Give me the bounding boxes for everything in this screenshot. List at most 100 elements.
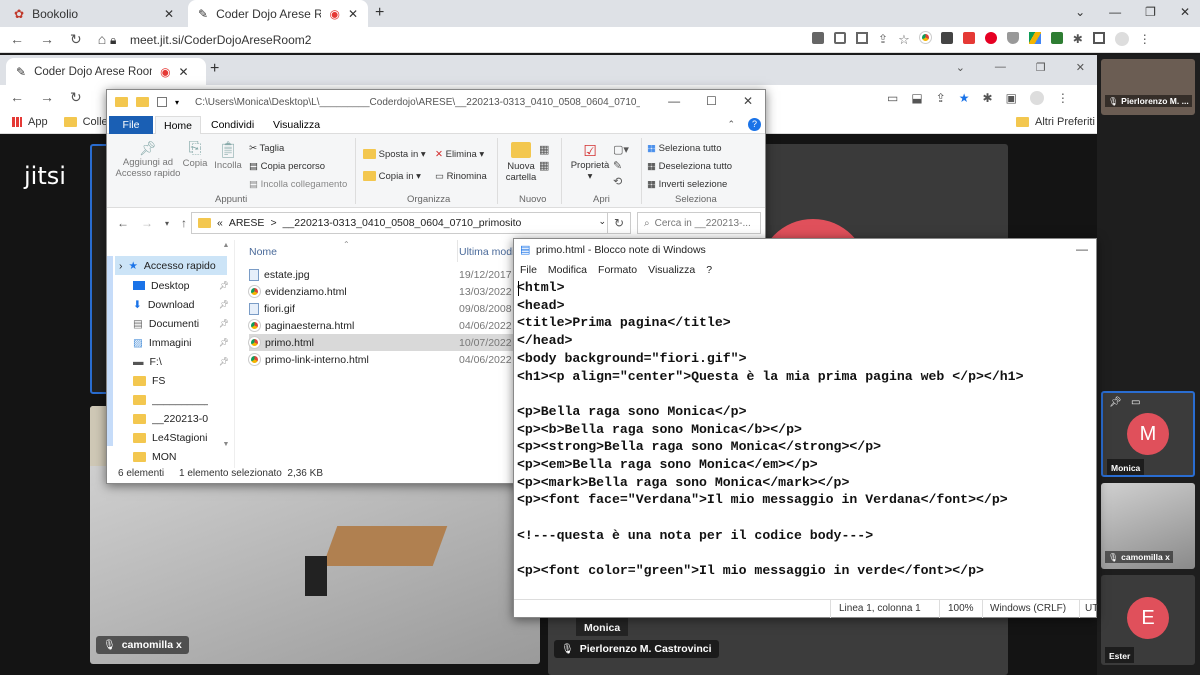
install-icon[interactable]: ⬓ <box>911 91 922 105</box>
sidebar-item[interactable]: MON <box>133 447 229 466</box>
ext-pinterest-icon[interactable] <box>984 32 997 44</box>
new-tab-button[interactable]: + <box>375 4 384 22</box>
breadcrumb-overflow[interactable]: « <box>217 217 223 229</box>
pin-quick-access-button[interactable]: 📌︎ Aggiungi ad Accesso rapido <box>113 140 183 179</box>
menu-icon[interactable]: ⋮ <box>1057 91 1069 105</box>
ext-chrome-icon[interactable] <box>918 31 932 44</box>
quick-folder-icon[interactable] <box>136 97 149 107</box>
back-icon[interactable]: ← <box>10 31 24 48</box>
menu-condividi[interactable]: Condividi <box>211 119 254 131</box>
minimize-button[interactable]: — <box>1109 5 1121 19</box>
forward-icon[interactable]: → <box>40 89 54 106</box>
thumb-ester[interactable]: E Ester <box>1101 575 1195 665</box>
sidebar-item[interactable]: ⬇ Download 📌︎ <box>133 295 229 314</box>
sidebar-item[interactable]: ▬ F:\ 📌︎ <box>133 352 229 371</box>
recent-dropdown-icon[interactable]: ▾ <box>165 219 169 230</box>
ext-pdf-icon[interactable] <box>962 32 975 44</box>
maximize-button[interactable]: ☐ <box>706 94 717 108</box>
sidebar-item[interactable]: Desktop 📌︎ <box>133 276 229 295</box>
tab-search-icon[interactable]: ⌄ <box>956 61 965 74</box>
reload-icon[interactable]: ↻ <box>70 89 82 106</box>
sidebar-item[interactable]: __220213-0313_0 <box>133 409 229 428</box>
column-header-name[interactable]: Nome <box>249 246 277 258</box>
new-item-icons[interactable]: ▦ ▦ <box>539 142 549 174</box>
sidepanel-icon[interactable]: ▣ <box>1006 91 1017 105</box>
rename-button[interactable]: ▭ Rinomina <box>435 166 487 188</box>
apps-grid-icon[interactable] <box>12 117 22 127</box>
sidebar-item[interactable]: ___________ve <box>133 390 229 409</box>
sidebar-item-quick-access[interactable]: › ★ Accesso rapido <box>115 256 227 275</box>
open-edit-icons[interactable]: ▢▾ ✎ ⟲ <box>613 142 629 190</box>
ext-shield-icon[interactable] <box>1006 32 1019 44</box>
copy-path-button[interactable]: ▤ Copia percorso <box>249 158 347 176</box>
menu-modifica[interactable]: Modifica <box>548 264 587 276</box>
bookmark-item[interactable]: Colle <box>83 116 108 128</box>
sidebar-item[interactable]: FS <box>133 371 229 390</box>
help-icon[interactable]: ? <box>748 118 761 131</box>
menu-formato[interactable]: Formato <box>598 264 637 276</box>
menu-icon[interactable]: ⋮ <box>1139 32 1151 48</box>
menu-home[interactable]: Home <box>155 116 201 135</box>
maximize-button[interactable]: ❐ <box>1145 5 1156 19</box>
search-box[interactable]: ⌕ Cerca in __220213-... <box>637 212 761 234</box>
extensions-icon[interactable]: ✱ <box>1073 32 1083 48</box>
extensions-icon[interactable]: ✱ <box>983 91 993 105</box>
camera-icon[interactable] <box>812 32 824 44</box>
pin-icon[interactable]: 📌︎ <box>1109 397 1122 408</box>
up-icon[interactable]: ↑ <box>181 216 187 230</box>
thumb-pierlorenzo[interactable]: 🎙︎ Pierlorenzo M. ... <box>1101 59 1195 115</box>
notepad-text-area[interactable]: <html> <head> <title>Prima pagina</title> <… <box>517 279 1095 597</box>
translate-icon[interactable] <box>856 32 868 44</box>
ribbon-collapse-icon[interactable]: ⌃ <box>727 119 735 130</box>
deselect-all-button[interactable]: ▦ Deseleziona tutto <box>647 158 732 176</box>
tab-coderdojo-inner[interactable]: ✎ Coder Dojo Arese Room 2 | J ◉ ✕ <box>6 58 206 85</box>
forward-icon[interactable]: → <box>40 31 54 48</box>
bookmark-star-icon[interactable]: ★ <box>959 91 970 105</box>
ext-drive-icon[interactable] <box>1028 32 1041 44</box>
qat-dropdown-icon[interactable]: ▾ <box>175 98 179 107</box>
video-tile-pierlorenzo[interactable]: Monica 🎙︎ Pierlorenzo M. Castrovinci <box>548 612 1008 675</box>
new-tab-button[interactable]: + <box>210 60 219 78</box>
select-all-button[interactable]: ▦ Seleziona tutto <box>647 140 732 158</box>
minimize-button[interactable]: — <box>1076 242 1088 256</box>
menu-visualizza[interactable]: Visualizza <box>648 264 695 276</box>
tab-coderdojo[interactable]: ✎ Coder Dojo Arese Room 2 | J ◉ ✕ <box>188 0 368 27</box>
chat-icon[interactable]: ▭ <box>1131 397 1140 408</box>
sidebar-scrollbar[interactable]: ▲ ▼ <box>221 242 231 452</box>
refresh-button[interactable]: ↻ <box>607 212 631 234</box>
properties-quick-icon[interactable] <box>157 97 167 107</box>
sidebar-item[interactable]: ▤ Documenti 📌︎ <box>133 314 229 333</box>
sidebar-item[interactable]: Le4Stagioni <box>133 428 229 447</box>
sidepanel-icon[interactable] <box>1092 32 1105 44</box>
reload-icon[interactable]: ↻ <box>70 31 82 48</box>
copy-to-button[interactable]: Copia in ▾ <box>363 166 426 188</box>
back-icon[interactable]: ← <box>117 216 129 230</box>
delete-button[interactable]: ✕ Elimina ▾ <box>435 144 487 166</box>
address-breadcrumb[interactable]: « ARESE > __220213-0313_0410_0508_0604_0… <box>191 212 631 234</box>
cut-button[interactable]: ✂︎ Taglia <box>249 140 347 158</box>
paste-button[interactable]: 📋︎ Incolla <box>213 140 243 171</box>
copy-button[interactable]: ⎘ Copia <box>181 140 209 169</box>
menu-help[interactable]: ? <box>706 264 712 276</box>
bookmark-other[interactable]: Altri Preferiti <box>1035 116 1095 128</box>
camera-icon[interactable]: ▭ <box>887 91 898 105</box>
close-window-button[interactable]: ✕ <box>743 94 753 108</box>
bookmark-star-icon[interactable]: ☆ <box>898 32 910 48</box>
breadcrumb-dropdown-icon[interactable]: ⌄ <box>598 216 606 227</box>
column-header-modified[interactable]: Ultima modifi <box>459 246 520 258</box>
tab-search-icon[interactable]: ⌄ <box>1075 5 1085 19</box>
breadcrumb-current[interactable]: __220213-0313_0410_0508_0604_0710_primos… <box>283 217 522 229</box>
minimize-button[interactable]: — <box>995 61 1006 74</box>
close-icon[interactable]: ✕ <box>164 7 174 21</box>
menu-file[interactable]: File <box>520 264 537 276</box>
close-window-button[interactable]: ✕ <box>1076 61 1085 74</box>
paste-link-button[interactable]: ▤ Incolla collegamento <box>249 176 347 194</box>
close-icon[interactable]: ✕ <box>348 7 358 21</box>
share-icon[interactable]: ⇪ <box>936 91 946 105</box>
invert-selection-button[interactable]: ▦ Inverti selezione <box>647 176 732 194</box>
menu-file[interactable]: File <box>109 116 153 134</box>
expand-icon[interactable]: › <box>119 260 123 272</box>
thumb-camomilla[interactable]: 🎙︎ camomilla x <box>1101 483 1195 569</box>
sidebar-item[interactable]: ▨ Immagini 📌︎ <box>133 333 229 352</box>
forward-icon[interactable]: → <box>141 216 153 230</box>
